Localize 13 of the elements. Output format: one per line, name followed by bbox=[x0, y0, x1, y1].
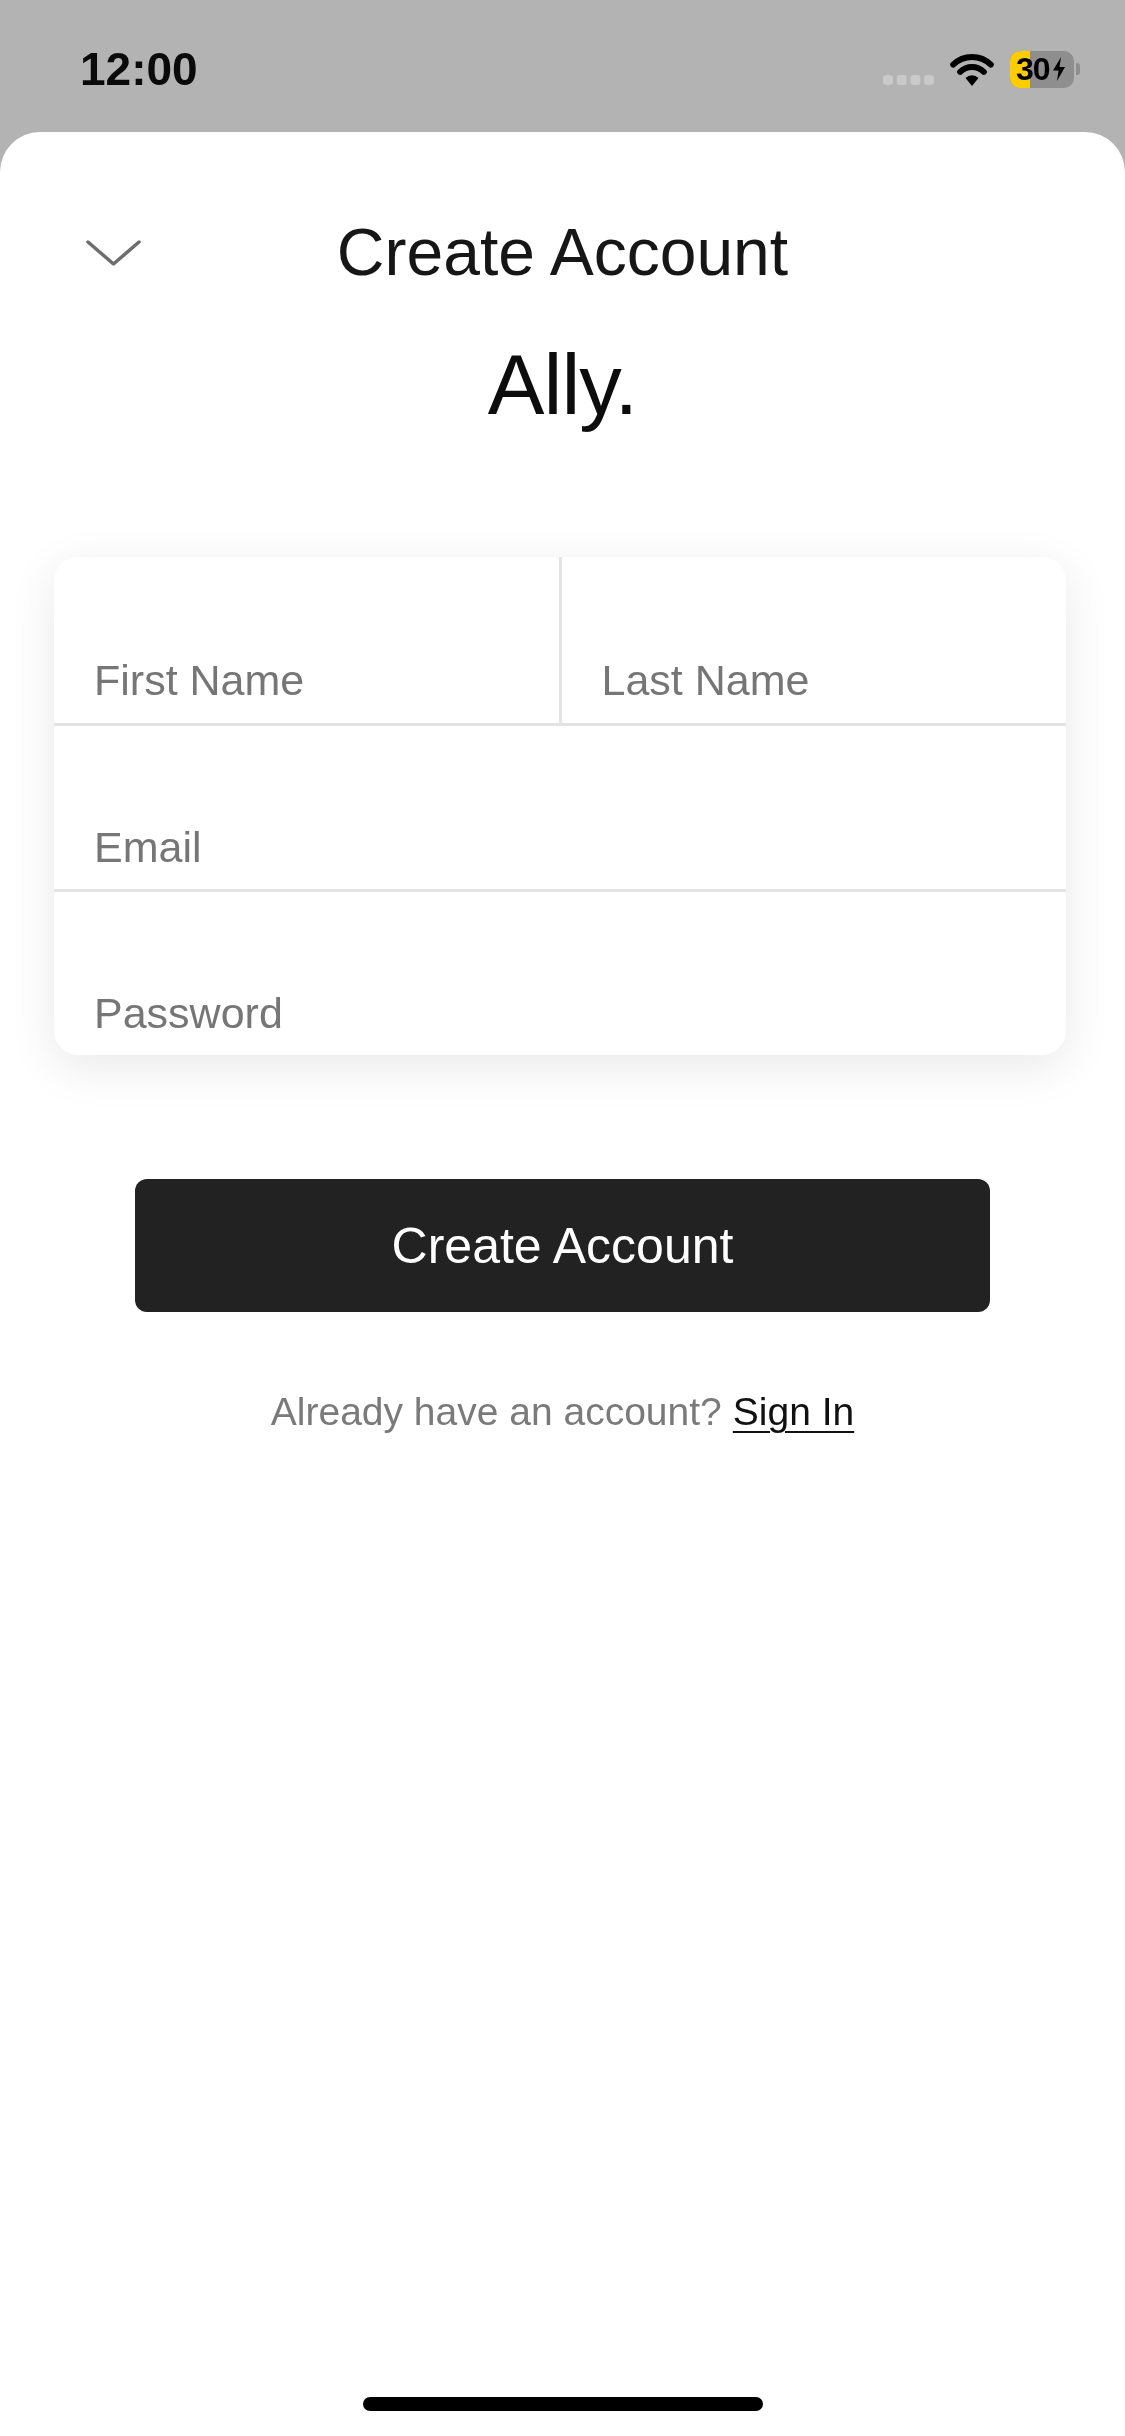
charging-bolt-icon bbox=[1051, 57, 1066, 81]
sign-in-prompt: Already have an account? bbox=[270, 1389, 722, 1436]
create-account-button[interactable]: Create Account bbox=[135, 1179, 990, 1313]
text-field[interactable]: First Name bbox=[54, 557, 559, 724]
text-field[interactable]: Password bbox=[54, 892, 1066, 1056]
sheet-title: Create Account bbox=[336, 214, 789, 291]
text-field[interactable]: Last Name bbox=[558, 557, 1066, 724]
chevron-down-icon[interactable] bbox=[86, 239, 141, 266]
status-time: 12:00 bbox=[80, 46, 198, 92]
text-field[interactable]: Email bbox=[54, 726, 1066, 890]
wifi-icon bbox=[949, 52, 995, 86]
sign-in-link[interactable]: Sign In bbox=[732, 1389, 855, 1436]
logo-wordmark: Ally. bbox=[487, 336, 638, 435]
